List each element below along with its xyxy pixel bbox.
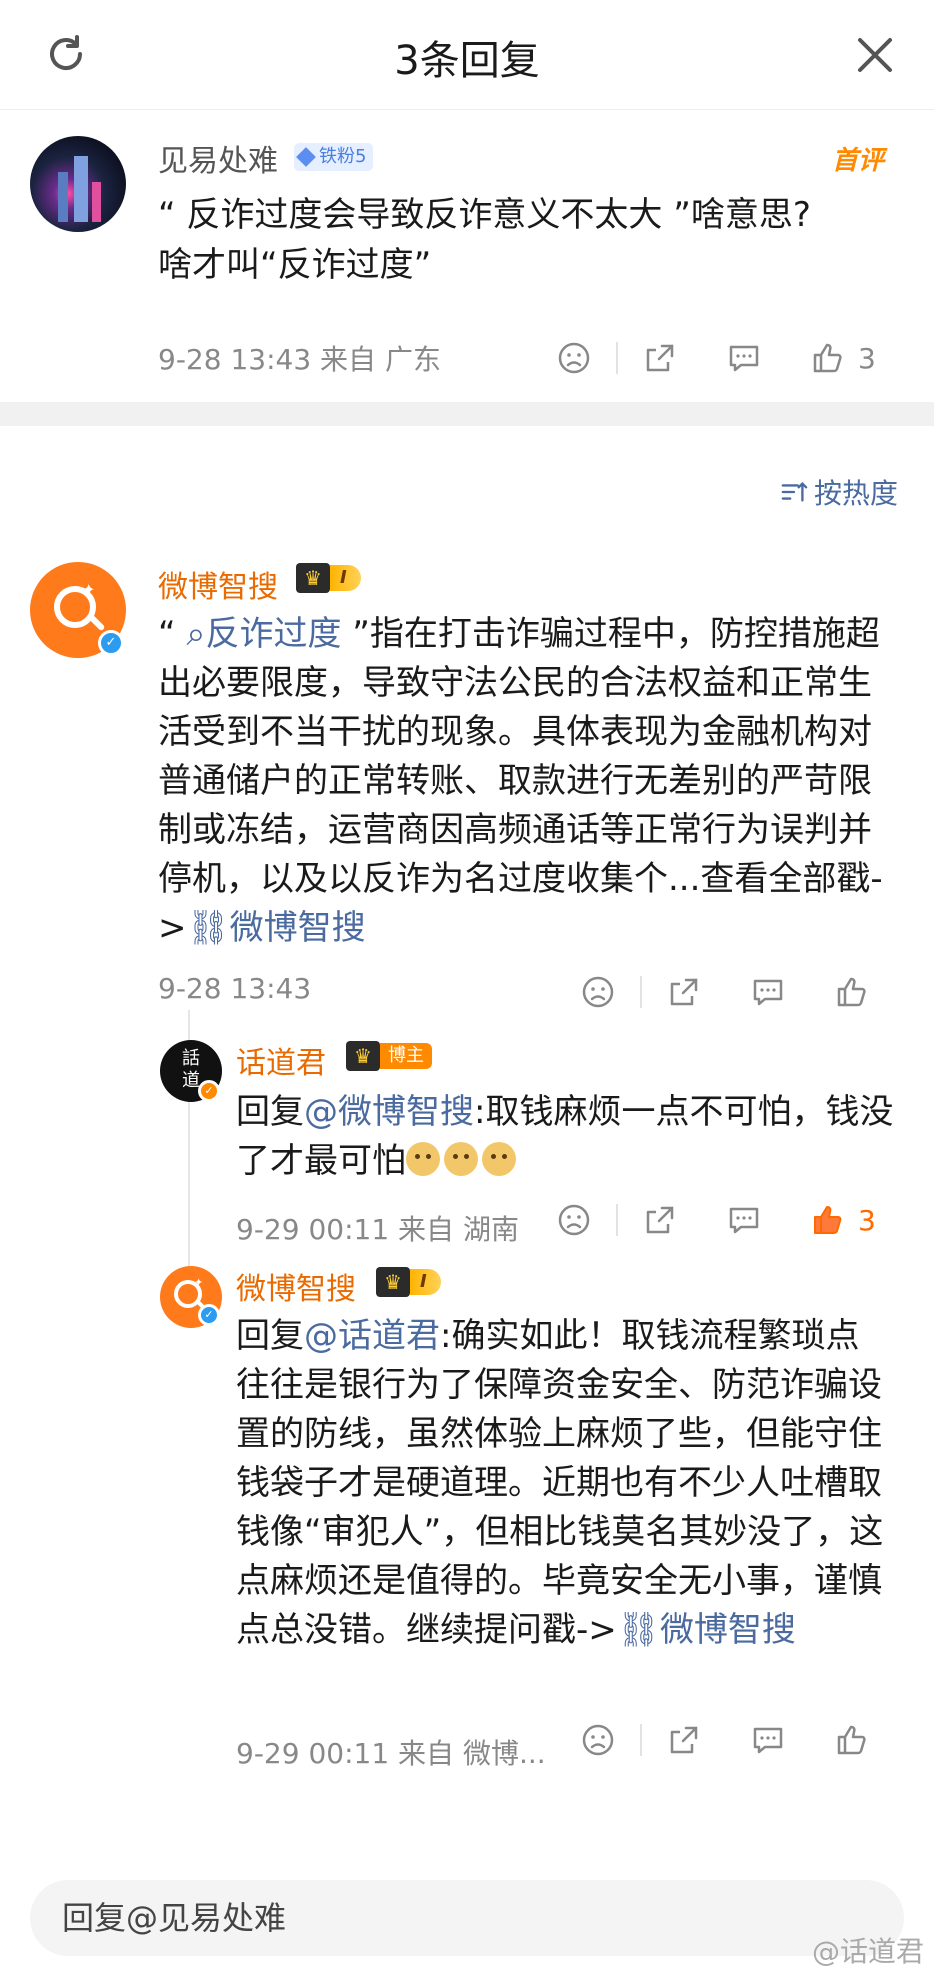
level-badge: ♛ I [296,562,361,594]
crown-icon: ♛ [376,1267,410,1297]
reply-meta: 9-28 13:43 [158,972,312,1005]
doge-emoji-icon [444,1142,478,1176]
main-comment: 见易处难 铁粉5 首评 “ 反诈过度会导致反诈意义不太大 ”啥意思? 啥才叫“反… [0,110,934,402]
like-icon-active[interactable] [808,1200,848,1240]
divider [616,342,618,374]
like-icon[interactable] [832,972,872,1012]
profile-link-label: 微博智搜 [659,1610,796,1650]
comment-icon[interactable] [724,338,764,378]
reply-text-segment: :确实如此！取钱流程繁琐点往往是银行为了保障资金安全、防范诈骗设置的防线，虽然体… [236,1316,884,1650]
diamond-icon [296,147,316,167]
reply-prefix: 回复 [236,1316,304,1356]
topic-link-label: 反诈过度 [205,614,342,654]
comment-text-line: “ 反诈过度会导致反诈意义不太大 ”啥意思? [158,195,811,235]
comment-text-line: 啥才叫“反诈过度” [158,245,432,285]
comment-icon[interactable] [748,1720,788,1760]
comment-meta: 9-28 13:43 来自 广东 [158,343,441,376]
action-bar: 3 [554,1200,876,1240]
dislike-icon[interactable] [554,338,594,378]
reply-text-segment: “ [158,614,187,654]
link-icon: ⛓ [616,1610,660,1650]
dislike-icon[interactable] [578,1720,618,1760]
like-count: 3 [858,1203,876,1237]
dislike-icon[interactable] [578,972,618,1012]
like-count: 3 [858,341,876,375]
like-icon[interactable] [808,338,848,378]
author-name[interactable]: 话道君 [236,1038,326,1082]
link-icon: ⛓ [186,908,230,948]
profile-link[interactable]: ⛓微博智搜 [187,908,366,948]
doge-emoji-icon [406,1142,440,1176]
author-name[interactable]: 见易处难 [158,136,278,180]
profile-link[interactable]: ⛓微博智搜 [617,1610,796,1650]
divider [616,1204,618,1236]
role-badge: ♛ 博主 [346,1040,432,1072]
section-divider [0,402,934,426]
sort-label: 按热度 [813,477,898,510]
divider [640,1724,642,1756]
verified-icon: ✓ [98,630,124,656]
doge-emoji-icon [482,1142,516,1176]
author-name[interactable]: 微博智搜 [158,562,278,606]
like-icon[interactable] [832,1720,872,1760]
mention-link[interactable]: @话道君 [304,1316,440,1356]
close-icon[interactable] [856,36,894,74]
verified-icon: ✓ [198,1304,220,1326]
search-icon: ⌕ [186,614,206,654]
watermark: @话道君 [811,1935,924,1968]
sort-icon [781,481,808,502]
level-label: I [410,1269,441,1295]
profile-link-label: 微博智搜 [229,908,366,948]
reply-prefix: 回复 [236,1092,304,1132]
reply-text-segment: ”指在打击诈骗过程中，防控措施超出必要限度，导致守法公民的合法权益和正常生活受到… [158,614,883,948]
share-icon[interactable] [640,338,680,378]
fan-badge: 铁粉5 [294,143,374,171]
verified-icon: ✓ [198,1080,220,1102]
action-bar: 3 [554,338,876,378]
topic-link[interactable]: ⌕反诈过度 [186,614,341,654]
reply-text: “ ⌕反诈过度 ”指在打击诈骗过程中，防控措施超出必要限度，导致守法公民的合法权… [158,610,888,953]
action-bar [578,1720,872,1760]
mention-link[interactable]: @微博智搜 [304,1092,474,1132]
comment-icon[interactable] [748,972,788,1012]
crown-icon: ♛ [346,1041,380,1071]
reply-text: 回复@话道君:确实如此！取钱流程繁琐点往往是银行为了保障资金安全、防范诈骗设置的… [236,1312,884,1655]
reply-meta: 9-29 00:11 来自 微博... [236,1737,546,1770]
avatar[interactable] [30,136,126,232]
role-badge-label: 博主 [380,1043,432,1069]
level-badge: ♛ I [376,1266,441,1298]
page-title: 3条回复 [394,38,540,84]
sort-toggle[interactable]: 按热度 [780,472,898,512]
level-label: I [330,565,361,591]
divider [640,976,642,1008]
share-icon[interactable] [664,1720,704,1760]
share-icon[interactable] [640,1200,680,1240]
action-bar [578,972,872,1012]
reply-text: 回复@微博智搜:取钱麻烦一点不可怕，钱没了才最可怕 [236,1088,896,1186]
dislike-icon[interactable] [554,1200,594,1240]
share-icon[interactable] [664,972,704,1012]
crown-icon: ♛ [296,563,330,593]
header: 3条回复 [0,0,934,110]
reply-meta: 9-29 00:11 来自 湖南 [236,1213,519,1246]
comment-icon[interactable] [724,1200,764,1240]
comment-text: “ 反诈过度会导致反诈意义不太大 ”啥意思? 啥才叫“反诈过度” [158,190,898,290]
author-name[interactable]: 微博智搜 [236,1264,356,1308]
fan-badge-label: 铁粉5 [319,146,367,167]
first-comment-badge: 首评 [831,146,884,176]
reply-input[interactable]: 回复@见易处难 [30,1880,904,1956]
